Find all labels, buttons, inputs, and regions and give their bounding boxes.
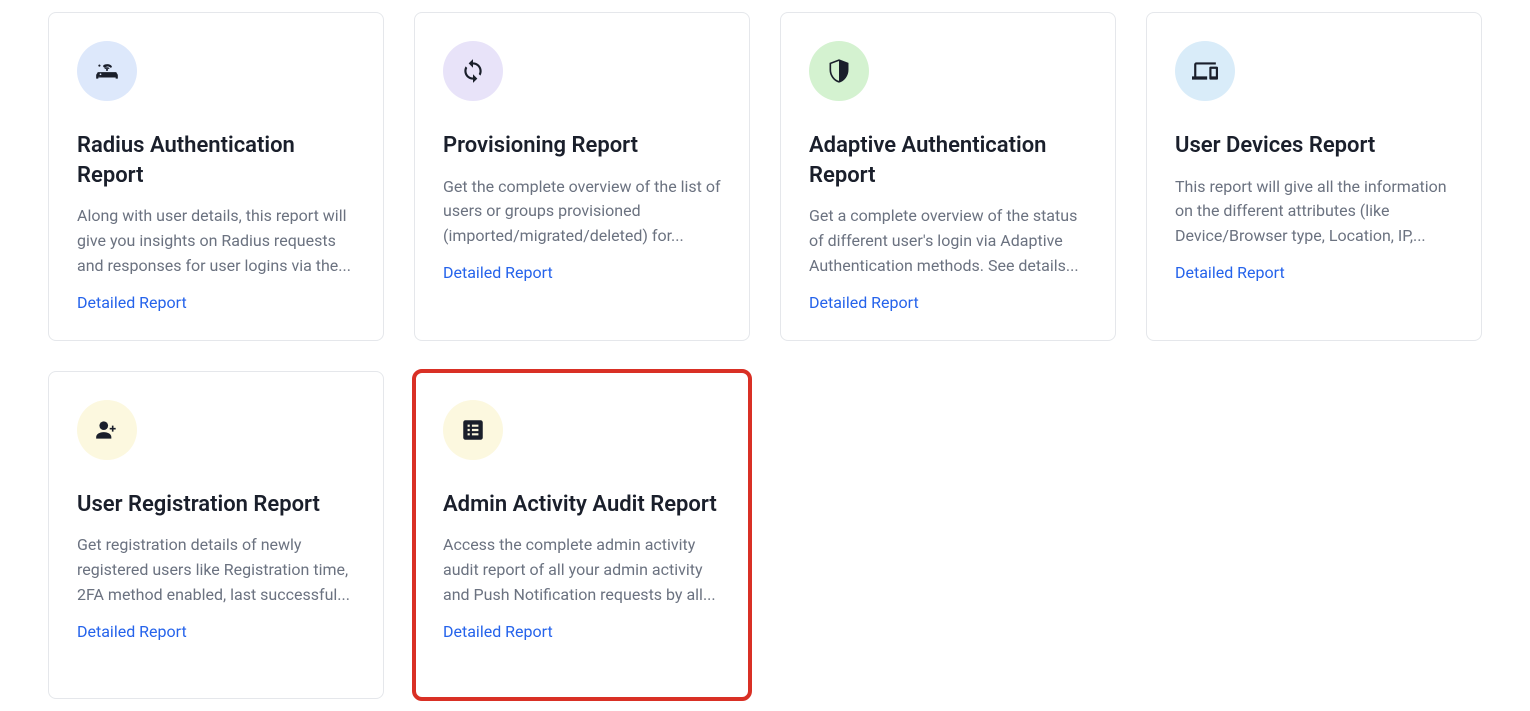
sync-icon: [443, 41, 503, 101]
report-card-adaptive-authentication[interactable]: Adaptive Authentication Report Get a com…: [780, 12, 1116, 341]
detailed-report-link[interactable]: Detailed Report: [443, 622, 553, 641]
card-description: Get the complete overview of the list of…: [443, 175, 721, 249]
report-card-admin-activity-audit[interactable]: Admin Activity Audit Report Access the c…: [414, 371, 750, 699]
report-card-user-registration[interactable]: User Registration Report Get registratio…: [48, 371, 384, 699]
card-description: Get a complete overview of the status of…: [809, 204, 1087, 278]
report-card-user-devices[interactable]: User Devices Report This report will giv…: [1146, 12, 1482, 341]
card-description: This report will give all the informatio…: [1175, 175, 1453, 249]
detailed-report-link[interactable]: Detailed Report: [77, 622, 187, 641]
card-title: Admin Activity Audit Report: [443, 490, 721, 520]
card-description: Get registration details of newly regist…: [77, 533, 355, 607]
detailed-report-link[interactable]: Detailed Report: [809, 293, 919, 312]
card-title: User Devices Report: [1175, 131, 1453, 161]
card-title: Provisioning Report: [443, 131, 721, 161]
card-description: Along with user details, this report wil…: [77, 204, 355, 278]
detailed-report-link[interactable]: Detailed Report: [1175, 263, 1285, 282]
report-card-radius-authentication[interactable]: Radius Authentication Report Along with …: [48, 12, 384, 341]
report-card-provisioning[interactable]: Provisioning Report Get the complete ove…: [414, 12, 750, 341]
card-description: Access the complete admin activity audit…: [443, 533, 721, 607]
router-icon: [77, 41, 137, 101]
list-icon: [443, 400, 503, 460]
card-title: Adaptive Authentication Report: [809, 131, 1087, 190]
card-title: Radius Authentication Report: [77, 131, 355, 190]
shield-icon: [809, 41, 869, 101]
user-add-icon: [77, 400, 137, 460]
devices-icon: [1175, 41, 1235, 101]
detailed-report-link[interactable]: Detailed Report: [443, 263, 553, 282]
detailed-report-link[interactable]: Detailed Report: [77, 293, 187, 312]
reports-grid: Radius Authentication Report Along with …: [48, 12, 1482, 699]
card-title: User Registration Report: [77, 490, 355, 520]
